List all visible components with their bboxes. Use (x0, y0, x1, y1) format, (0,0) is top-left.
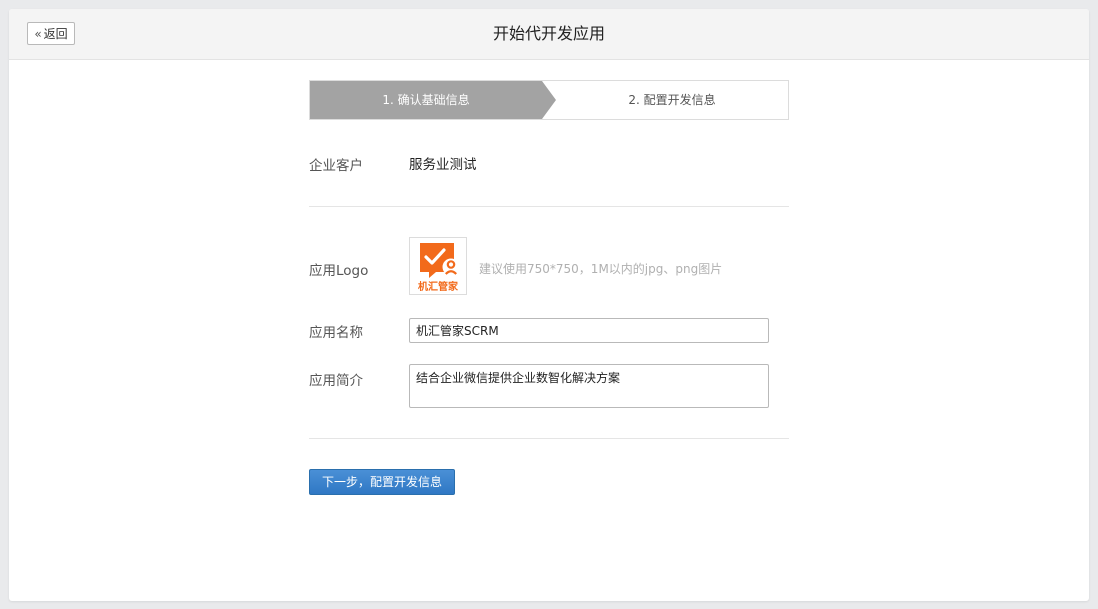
step-2: 2. 配置开发信息 (556, 81, 788, 119)
logo-text: 机汇管家 (418, 280, 459, 293)
next-step-button[interactable]: 下一步，配置开发信息 (309, 469, 455, 495)
logo-upload[interactable]: 机汇管家 (409, 237, 467, 295)
logo-label: 应用Logo (309, 263, 369, 279)
step-2-label: 2. 配置开发信息 (628, 93, 716, 107)
divider-top (309, 206, 789, 207)
app-logo-image: 机汇管家 (418, 243, 460, 293)
app-intro-textarea[interactable]: 结合企业微信提供企业数智化解决方案 (409, 364, 769, 408)
app-name-input[interactable] (409, 318, 769, 343)
step-1-label: 1. 确认基础信息 (382, 93, 470, 107)
step-1-active: 1. 确认基础信息 (310, 81, 556, 119)
logo-hint: 建议使用750*750，1M以内的jpg、png图片 (479, 262, 723, 276)
intro-label: 应用简介 (309, 373, 363, 389)
step-indicator: 1. 确认基础信息 2. 配置开发信息 (309, 80, 789, 120)
divider-bottom (309, 438, 789, 439)
content-area: 1. 确认基础信息 2. 配置开发信息 企业客户 服务业测试 应用Logo 机汇… (9, 9, 1089, 601)
customer-value: 服务业测试 (409, 157, 477, 173)
name-label: 应用名称 (309, 325, 363, 341)
customer-label: 企业客户 (309, 158, 363, 174)
